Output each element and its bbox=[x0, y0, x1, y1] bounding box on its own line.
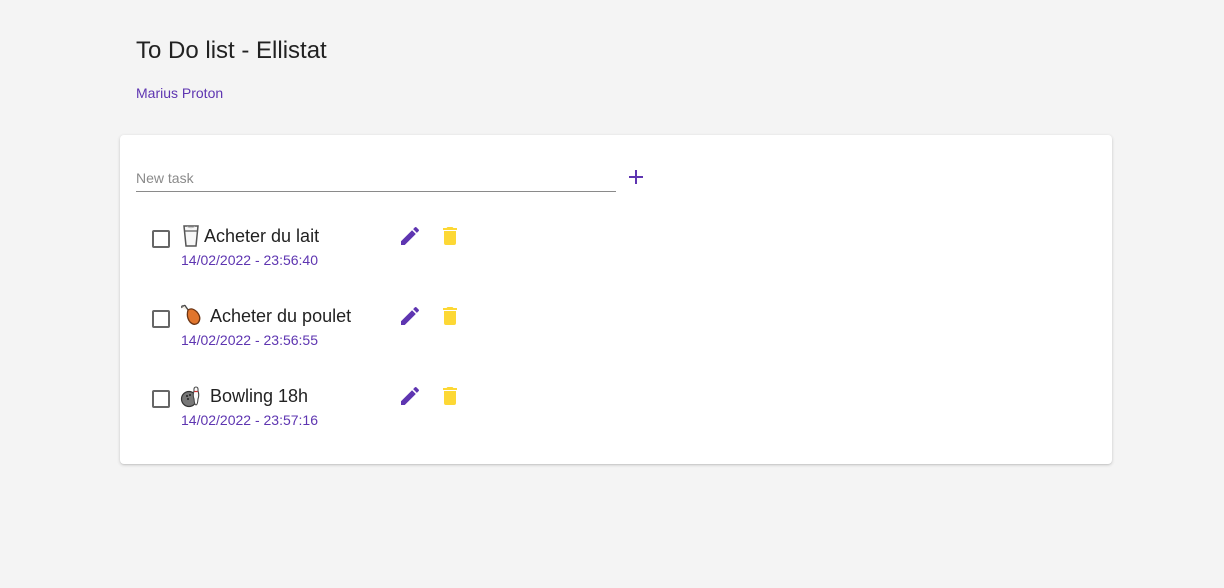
task-item: Acheter du lait 14/02/2022 - 23:56:40 bbox=[152, 223, 457, 273]
task-checkbox[interactable] bbox=[152, 230, 170, 248]
edit-task-button[interactable] bbox=[398, 224, 422, 248]
edit-task-button[interactable] bbox=[398, 384, 422, 408]
trash-icon bbox=[443, 387, 457, 405]
task-checkbox[interactable] bbox=[152, 310, 170, 328]
task-item: Acheter du poulet 14/02/2022 - 23:56:55 bbox=[152, 303, 457, 353]
task-label: Acheter du lait bbox=[204, 226, 320, 246]
trash-icon bbox=[443, 307, 457, 325]
task-date: 14/02/2022 - 23:57:16 bbox=[181, 412, 319, 428]
pencil-icon bbox=[401, 306, 420, 325]
bowling-icon bbox=[180, 386, 200, 408]
task-checkbox[interactable] bbox=[152, 390, 170, 408]
delete-task-button[interactable] bbox=[438, 384, 462, 408]
add-task-button[interactable] bbox=[624, 165, 648, 189]
edit-task-button[interactable] bbox=[398, 304, 422, 328]
task-label: Bowling 18h bbox=[210, 386, 309, 406]
task-date: 14/02/2022 - 23:56:40 bbox=[181, 252, 319, 268]
delete-task-button[interactable] bbox=[438, 224, 462, 248]
task-date: 14/02/2022 - 23:56:55 bbox=[181, 332, 319, 348]
poultry-leg-icon bbox=[181, 304, 201, 325]
pencil-icon bbox=[401, 386, 420, 405]
plus-icon bbox=[629, 170, 643, 184]
trash-icon bbox=[443, 227, 457, 245]
page-title: To Do list - Ellistat bbox=[136, 37, 327, 64]
task-item: Bowling 18h 14/02/2022 - 23:57:16 bbox=[152, 383, 457, 433]
pencil-icon bbox=[401, 226, 420, 245]
todo-card: Acheter du lait 14/02/2022 - 23:56:40 Ac… bbox=[120, 135, 1112, 464]
new-task-input[interactable] bbox=[136, 165, 616, 192]
author-link[interactable]: Marius Proton bbox=[136, 84, 223, 102]
glass-of-milk-icon bbox=[183, 225, 199, 247]
task-label: Acheter du poulet bbox=[210, 306, 352, 326]
delete-task-button[interactable] bbox=[438, 304, 462, 328]
